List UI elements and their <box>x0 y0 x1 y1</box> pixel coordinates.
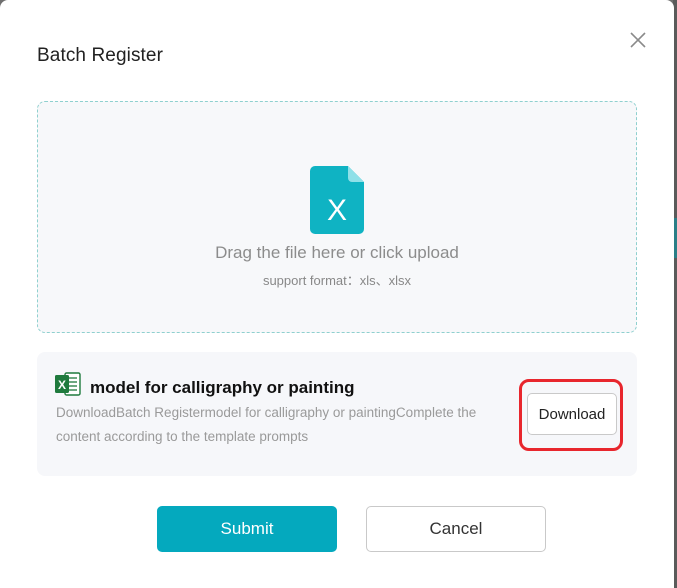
excel-file-icon: X <box>310 166 364 234</box>
template-title: model for calligraphy or painting <box>90 378 355 397</box>
dialog-title: Batch Register <box>37 45 164 66</box>
close-icon <box>630 32 646 48</box>
upload-instruction: Drag the file here or click upload <box>215 243 459 262</box>
batch-register-dialog: Batch Register X Drag the file here or c… <box>0 0 674 588</box>
excel-icon: X <box>55 372 81 396</box>
cancel-button[interactable]: Cancel <box>366 506 546 552</box>
submit-button[interactable]: Submit <box>157 506 337 552</box>
upload-format-hint: support format：xls、xlsx <box>262 273 412 288</box>
template-download-panel: X model for calligraphy or painting Down… <box>37 352 637 476</box>
file-upload-dropzone[interactable]: X Drag the file here or click upload sup… <box>37 101 637 333</box>
template-description: DownloadBatch Registermodel for calligra… <box>56 405 477 444</box>
excel-icon-letter: X <box>58 378 66 392</box>
close-button[interactable] <box>627 29 649 51</box>
download-button[interactable]: Download <box>527 393 617 435</box>
upload-icon-letter: X <box>327 194 347 227</box>
